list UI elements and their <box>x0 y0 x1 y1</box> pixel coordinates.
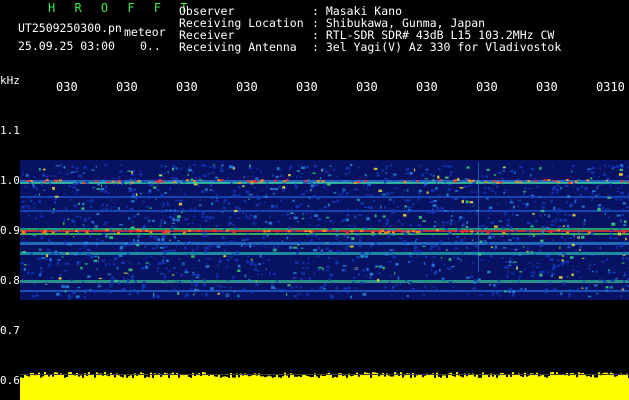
datetime: 25.09.25 03:00 <box>18 39 115 53</box>
y-tick-label: 0.8 <box>0 274 20 287</box>
antenna-label: Receiving Antenna <box>179 40 297 54</box>
waterfall-spectrogram <box>20 160 629 400</box>
y-tick-label: 0.7 <box>0 324 20 337</box>
y-tick-label: 1.1 <box>0 124 20 137</box>
count: 0.. <box>140 39 161 53</box>
y-tick-label: 1.0 <box>0 174 20 187</box>
type-label: meteor <box>124 25 166 39</box>
app-title: H R O F F T <box>48 1 194 15</box>
antenna-value: : 3el Yagi(V) Az 330 for Vladivostok <box>312 40 562 54</box>
y-tick-label: 0.9 <box>0 224 20 237</box>
y-tick-label: 0.6 <box>0 374 20 387</box>
y-axis-unit: kHz <box>0 74 20 87</box>
filename: UT2509250300.pn <box>18 21 122 35</box>
